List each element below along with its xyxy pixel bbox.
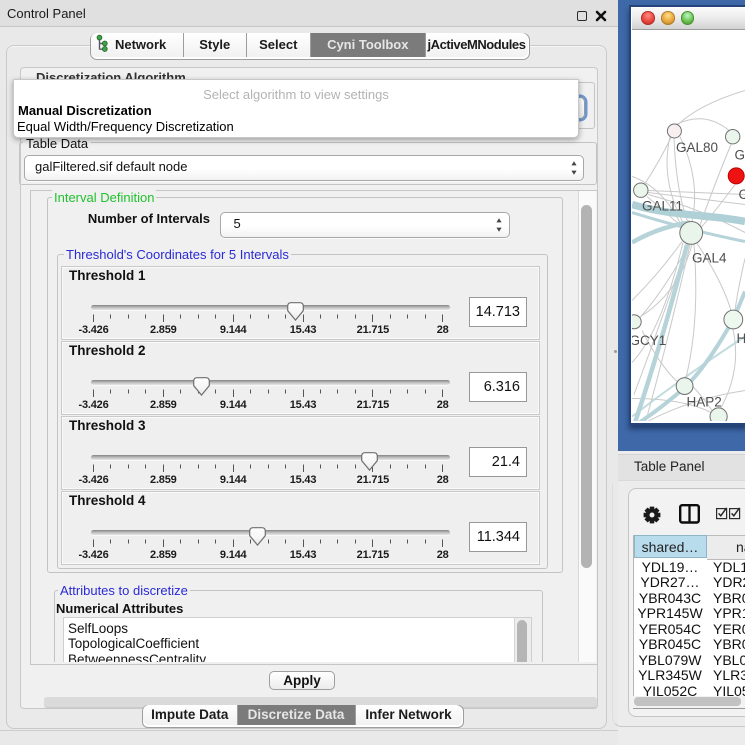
svg-text:GAL80: GAL80 — [676, 140, 718, 155]
svg-text:GCY1: GCY1 — [632, 333, 666, 348]
svg-text:C: C — [739, 187, 745, 202]
svg-text:GAL11: GAL11 — [642, 198, 683, 213]
svg-text:GA: GA — [735, 147, 745, 162]
svg-text:GAL4: GAL4 — [692, 250, 727, 265]
svg-text:H: H — [737, 331, 745, 346]
svg-text:HAP2: HAP2 — [687, 394, 722, 409]
